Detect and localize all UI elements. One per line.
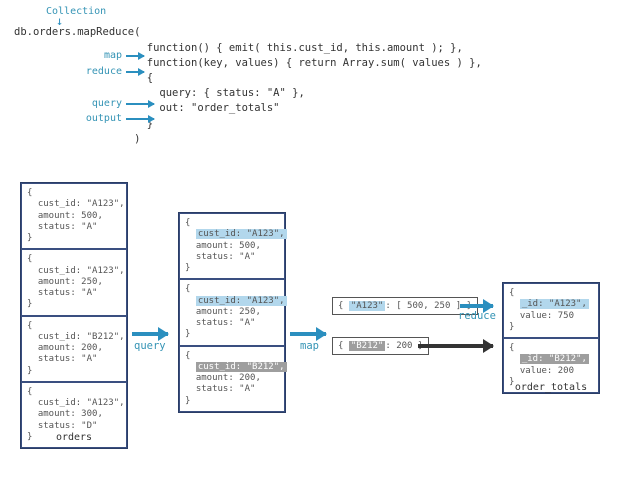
arrow-reduce-a (460, 304, 493, 308)
label-collection: Collection (46, 6, 614, 17)
label-query: query (134, 340, 166, 352)
label-map: map (300, 340, 319, 352)
filtered-collection: { cust_id: "A123", amount: 500, status: … (178, 212, 286, 413)
orders-doc-2: { cust_id: "B212", amount: 200, status: … (21, 316, 127, 382)
ann-arrow-output (126, 118, 154, 120)
arrow-query (132, 332, 168, 336)
orders-doc-1: { cust_id: "A123", amount: 250, status: … (21, 249, 127, 315)
filtered-doc-1: { cust_id: "A123", amount: 250, status: … (179, 279, 285, 345)
label-reduce: reduce (458, 310, 496, 322)
code-block: Collection ↓ db.orders.mapReduce( functi… (14, 6, 614, 147)
mapped-pair-b: { "B212": 200 } (332, 337, 429, 355)
ann-arrow-reduce (126, 71, 144, 73)
code-line-7: ) (14, 132, 614, 147)
ann-map: map (66, 50, 122, 61)
ann-output: output (66, 113, 122, 124)
orders-doc-0: { cust_id: "A123", amount: 500, status: … (21, 183, 127, 249)
filtered-doc-2: { cust_id: "B212", amount: 200, status: … (179, 346, 285, 412)
filtered-doc-0: { cust_id: "A123", amount: 500, status: … (179, 213, 285, 279)
orders-title: orders (20, 432, 128, 443)
results-collection: { _id: "A123", value: 750 } { _id: "B212… (502, 282, 600, 394)
result-doc-0: { _id: "A123", value: 750 } (503, 283, 599, 338)
mapped-pair-a: { "A123": [ 500, 250 ] } (332, 297, 478, 315)
results-title: order_totals (502, 382, 600, 393)
collection-arrow: ↓ (56, 17, 614, 25)
code-line-0: db.orders.mapReduce( (14, 25, 614, 40)
ann-arrow-map (126, 55, 144, 57)
arrow-map (290, 332, 326, 336)
ann-arrow-query (126, 103, 154, 105)
ann-query: query (66, 98, 122, 109)
ann-reduce: reduce (66, 66, 122, 77)
arrow-reduce-b (418, 344, 493, 348)
orders-collection: { cust_id: "A123", amount: 500, status: … (20, 182, 128, 449)
